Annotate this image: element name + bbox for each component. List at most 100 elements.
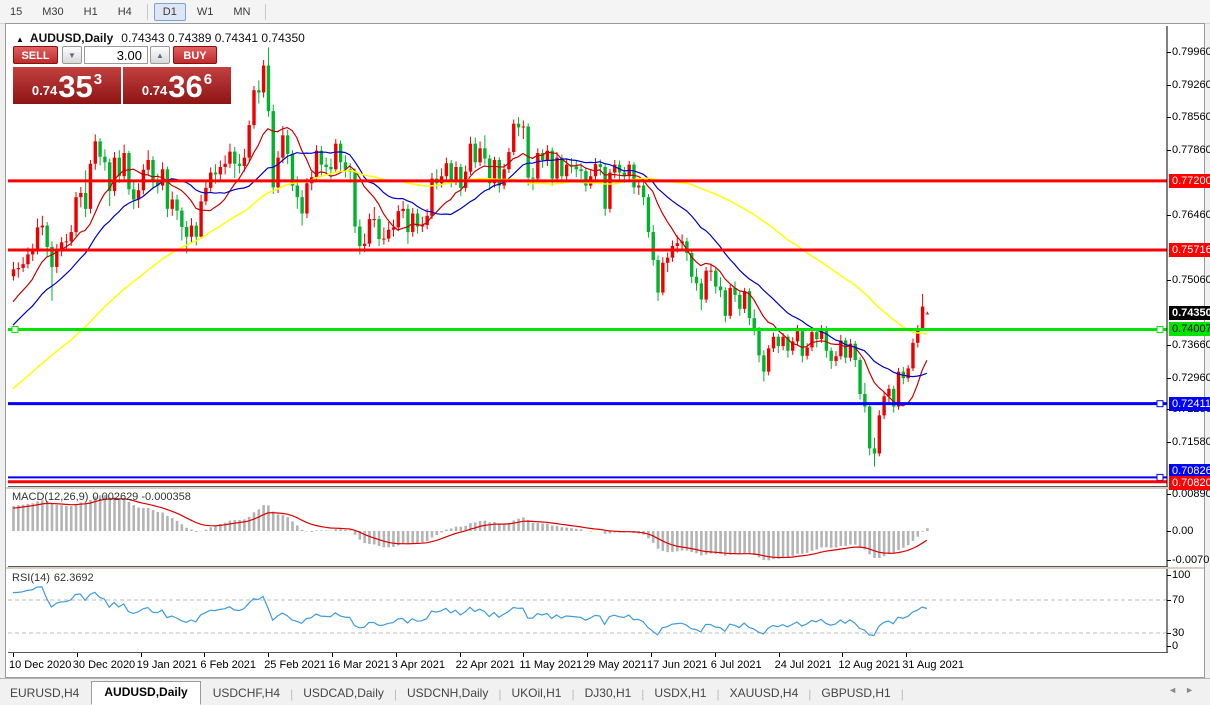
date-tick-label: 24 Jul 2021 [775,659,832,671]
date-tick-mark [651,653,652,657]
rsi-tick-label: 70 [1172,594,1184,606]
sell-button[interactable]: SELL [13,46,58,64]
macd-tick-mark [1167,494,1171,495]
price-tick-label: 0.71580 [1172,436,1210,448]
tab-scroll-left-icon[interactable]: ◄ [1168,685,1185,695]
price-tick-label: 0.79960 [1172,46,1210,58]
price-tick-label: 0.73660 [1172,339,1210,351]
period-button-h1[interactable]: H1 [75,3,107,21]
date-tick-label: 30 Dec 2020 [73,659,135,671]
chevron-up-icon: ▲ [156,51,164,60]
period-button-d1[interactable]: D1 [154,3,186,21]
date-tick-label: 10 Dec 2020 [9,659,71,671]
sell-price-sup: 3 [94,71,102,88]
chart-tab-gbpusd[interactable]: GBPUSD,H1 [811,682,900,705]
price-tick-mark [1167,378,1171,379]
tab-scroll-arrows: ◄► [1168,685,1202,695]
date-tick-mark [587,653,588,657]
buy-price-display[interactable]: 0.74366 [123,67,231,104]
price-tick-label: 0.79260 [1172,79,1210,91]
date-tick-mark [460,653,461,657]
macd-indicator-label: MACD(12,26,9)0.002629 -0.000358 [12,491,191,503]
date-tick-mark [204,653,205,657]
price-level-badge: 0.70820 [1169,476,1210,490]
date-tick-label: 11 May 2021 [519,659,582,671]
buy-button[interactable]: BUY [173,46,217,64]
macd-tick-label: 0.00 [1172,525,1193,537]
date-tick-label: 17 Jun 2021 [647,659,708,671]
date-tick-label: 19 Jan 2021 [137,659,198,671]
buy-price-sup: 6 [204,71,212,88]
price-level-badge: 0.77200 [1169,174,1210,188]
collapse-trade-panel-icon[interactable]: ▲ [16,35,24,44]
chart-tab-bar: EURUSD,H4AUDUSD,DailyUSDCHF,H4 | USDCAD,Da… [0,678,1210,705]
rsi-tick-mark [1167,633,1171,634]
price-tick-mark [1167,150,1171,151]
chart-tab-audusd[interactable]: AUDUSD,Daily [91,681,200,705]
price-tick-label: 0.76460 [1172,209,1210,221]
date-tick-mark [715,653,716,657]
date-tick-mark [523,653,524,657]
rsi-indicator-label: RSI(14)62.3692 [12,572,94,584]
price-tick-label: 0.75060 [1172,274,1210,286]
period-button-h4[interactable]: H4 [109,3,141,21]
date-tick-mark [842,653,843,657]
macd-indicator-values: 0.002629 -0.000358 [92,491,190,503]
rsi-tick-label: 30 [1172,627,1184,639]
period-button-mn[interactable]: MN [224,3,259,21]
price-level-badge: 0.74007 [1169,322,1210,336]
chart-tab-eurusd[interactable]: EURUSD,H4 [0,682,89,705]
period-button-w1[interactable]: W1 [188,3,223,21]
chart-tab-dj30[interactable]: DJ30,H1 [575,682,642,705]
price-level-badge: 0.72411 [1169,397,1210,411]
date-tick-mark [77,653,78,657]
chart-ohlc-values: 0.74343 0.74389 0.74341 0.74350 [121,31,305,45]
date-tick-mark [906,653,907,657]
current-price-badge: 0.74350 [1169,306,1210,320]
rsi-tick-label: 100 [1172,569,1190,581]
price-tick-label: 0.72960 [1172,372,1210,384]
date-tick-label: 3 Apr 2021 [392,659,445,671]
volume-increase-button[interactable]: ▲ [150,46,170,64]
macd-tick-label: -0.007013 [1172,554,1210,566]
chart-tab-ukoil[interactable]: UKOil,H1 [501,682,571,705]
chart-tab-usdx[interactable]: USDX,H1 [644,682,716,705]
rsi-tick-mark [1167,575,1171,576]
price-tick-label: 0.78560 [1172,111,1210,123]
chart-tab-usdcnh[interactable]: USDCNH,Daily [397,682,498,705]
period-toolbar: 15M30H1H4 D1W1MN [0,0,1210,24]
date-tick-mark [141,653,142,657]
period-button-15[interactable]: 15 [1,3,31,21]
rsi-indicator-value: 62.3692 [54,572,94,584]
volume-decrease-button[interactable]: ▼ [62,46,82,64]
chart-tab-usdcad[interactable]: USDCAD,Daily [293,682,394,705]
price-tick-mark [1167,345,1171,346]
date-tick-mark [332,653,333,657]
chart-title-bar: ▲AUDUSD,Daily0.74343 0.74389 0.74341 0.7… [16,31,305,45]
date-tick-label: 16 Mar 2021 [328,659,390,671]
chart-tab-usdchf[interactable]: USDCHF,H4 [203,682,290,705]
macd-tick-mark [1167,560,1171,561]
sell-price-prefix: 0.74 [32,83,57,98]
period-button-m30[interactable]: M30 [33,3,72,21]
price-tick-mark [1167,215,1171,216]
price-level-badge: 0.75716 [1169,243,1210,257]
rsi-tick-label: 0 [1172,640,1178,652]
price-tick-label: 0.77860 [1172,144,1210,156]
rsi-pane-canvas[interactable] [8,569,1168,653]
volume-input[interactable] [84,46,148,64]
price-tick-mark [1167,442,1171,443]
chart-tab-xauusd[interactable]: XAUUSD,H4 [720,682,809,705]
date-tick-label: 31 Aug 2021 [902,659,964,671]
tab-separator: | [901,687,904,701]
buy-price-prefix: 0.74 [142,83,167,98]
toolbar-separator [265,4,266,20]
price-tick-mark [1167,52,1171,53]
tab-scroll-right-icon[interactable]: ► [1185,685,1202,695]
sell-price-display[interactable]: 0.74353 [13,67,121,104]
date-tick-label: 22 Apr 2021 [456,659,515,671]
date-tick-mark [396,653,397,657]
date-tick-label: 6 Feb 2021 [200,659,256,671]
date-tick-mark [268,653,269,657]
toolbar-separator [147,4,148,20]
